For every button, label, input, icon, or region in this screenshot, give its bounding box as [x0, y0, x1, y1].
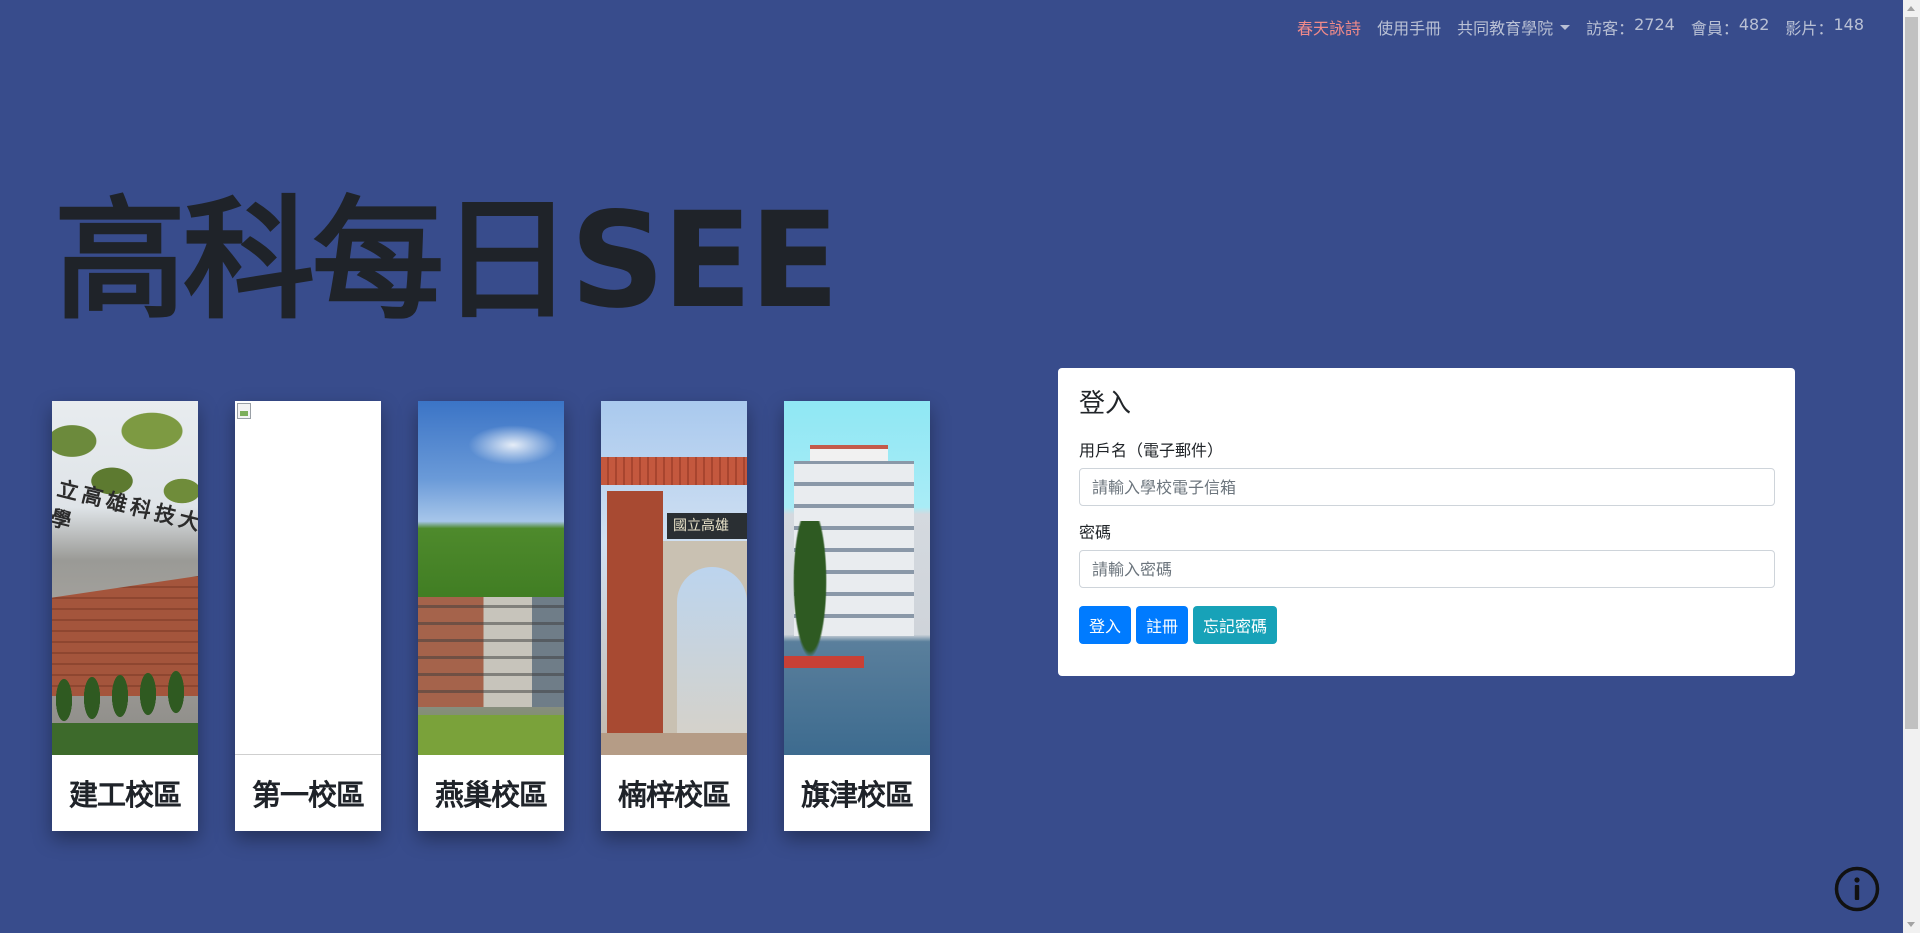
caret-down-icon	[1560, 24, 1571, 30]
login-button-row: 登入 註冊 忘記密碼	[1079, 606, 1774, 644]
password-input[interactable]	[1079, 550, 1775, 588]
stat-videos-value: 148	[1833, 15, 1864, 34]
stat-members-value: 482	[1738, 15, 1770, 34]
campus-list: 立高雄科技大學 建工校區 第一校區 燕巢校區 國立高雄 楠梓校區 旗津校區	[52, 401, 930, 831]
campus-name: 楠梓校區	[617, 778, 731, 812]
stat-visitors-value: 2724	[1634, 15, 1675, 34]
scroll-down-arrow-icon[interactable]	[1907, 922, 1915, 927]
stat-separator: ：	[1722, 19, 1739, 38]
login-button[interactable]: 登入	[1079, 606, 1132, 644]
nav-dropdown-general-education[interactable]: 共同教育學院	[1457, 15, 1571, 39]
stat-videos-label: 影片	[1785, 19, 1818, 38]
vertical-scrollbar[interactable]	[1903, 0, 1920, 933]
gate-roof	[601, 457, 747, 485]
username-input[interactable]	[1079, 468, 1775, 506]
page-title: 高科每日SEE	[54, 184, 839, 338]
stat-separator: ：	[1817, 19, 1834, 38]
cloud	[468, 425, 558, 465]
nav-link-user-manual[interactable]: 使用手冊	[1377, 15, 1441, 39]
stat-videos: 影片： 148	[1785, 15, 1864, 39]
broken-image	[235, 401, 381, 755]
stat-members: 會員： 482	[1691, 15, 1770, 39]
stat-separator: ：	[1618, 19, 1635, 38]
login-card: 登入 用戶名（電子郵件） 密碼 登入 註冊 忘記密碼	[1058, 368, 1795, 676]
nav-dropdown-label: 共同教育學院	[1457, 19, 1554, 38]
campus-name: 旗津校區	[800, 778, 914, 812]
campus-name: 燕巢校區	[434, 778, 548, 812]
campus-card-qijin[interactable]: 旗津校區	[784, 401, 930, 831]
campus-wall-photo: 立高雄科技大學	[52, 401, 198, 755]
broken-image-icon	[237, 403, 251, 419]
stat-members-label: 會員	[1690, 19, 1723, 38]
forgot-password-button[interactable]: 忘記密碼	[1193, 606, 1278, 644]
campus-building-photo	[418, 401, 564, 755]
campus-card-first[interactable]: 第一校區	[235, 401, 381, 831]
campus-name: 第一校區	[251, 778, 365, 812]
scroll-up-arrow-icon[interactable]	[1907, 6, 1915, 11]
nav-link-spring-poetry[interactable]: 春天詠詩	[1297, 15, 1361, 39]
gate-plaque: 國立高雄	[667, 513, 747, 539]
register-button[interactable]: 註冊	[1136, 606, 1189, 644]
campus-card-nanzi[interactable]: 國立高雄 楠梓校區	[601, 401, 747, 831]
building	[418, 597, 564, 707]
password-label: 密碼	[1079, 523, 1112, 542]
top-navbar: 春天詠詩 使用手冊 共同教育學院 訪客： 2724 會員： 482 影片： 148	[1297, 15, 1864, 39]
username-label: 用戶名（電子郵件）	[1079, 441, 1224, 460]
bushes	[52, 670, 198, 725]
campus-gate-photo: 國立高雄	[601, 401, 747, 755]
stat-visitors-label: 訪客	[1586, 19, 1619, 38]
gate-pillar	[607, 491, 663, 755]
boat	[784, 656, 864, 668]
campus-waterfront-photo	[784, 401, 930, 755]
campus-card-yanchao[interactable]: 燕巢校區	[418, 401, 564, 831]
hedge	[52, 723, 198, 755]
login-title: 登入	[1079, 389, 1132, 419]
campus-card-jiangong[interactable]: 立高雄科技大學 建工校區	[52, 401, 198, 831]
campus-name: 建工校區	[68, 778, 182, 812]
gate-arch	[663, 541, 747, 755]
lawn	[418, 715, 564, 755]
info-icon[interactable]	[1834, 866, 1880, 912]
scrollbar-thumb[interactable]	[1905, 17, 1918, 729]
tree	[790, 521, 830, 671]
stat-visitors: 訪客： 2724	[1586, 15, 1675, 39]
ground	[601, 733, 747, 755]
